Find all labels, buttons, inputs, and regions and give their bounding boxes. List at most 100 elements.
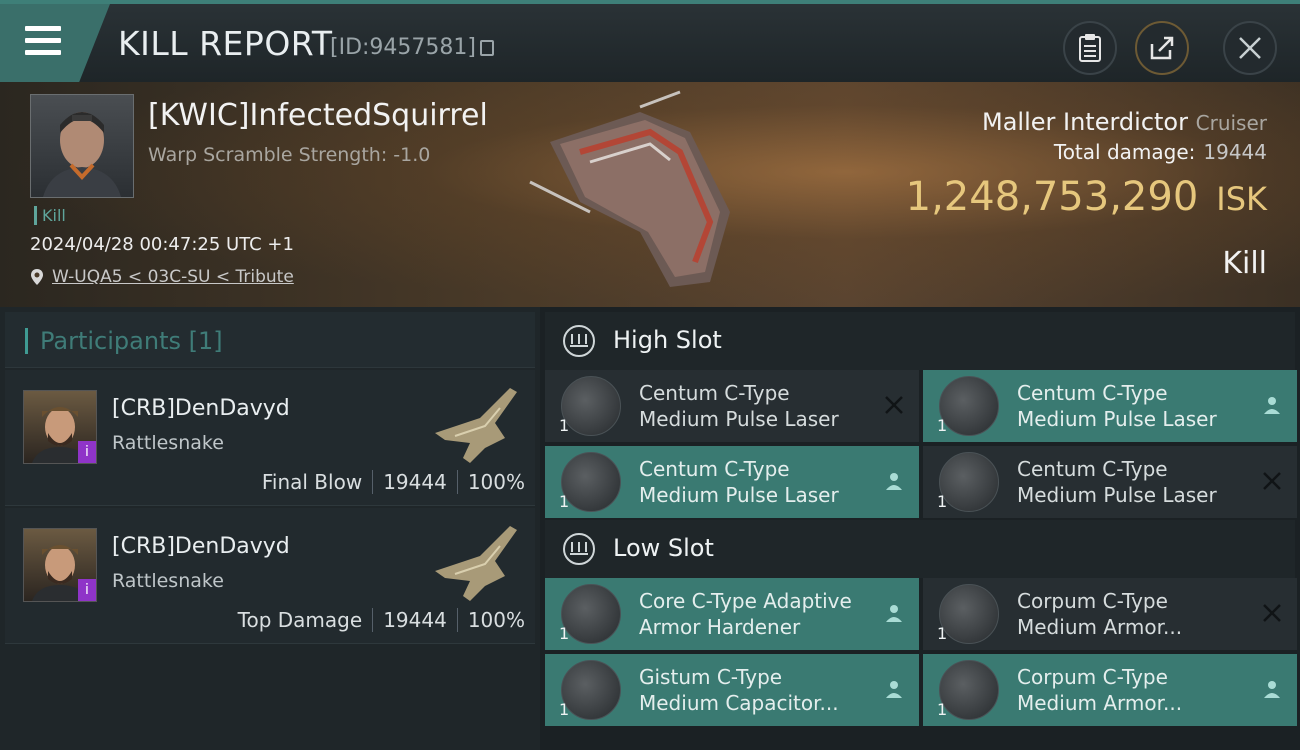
participant-ship: Rattlesnake [112, 432, 224, 454]
participant-name[interactable]: [CRB]DenDavyd [112, 396, 290, 421]
module-item[interactable]: 1 Corpum C-Type Medium Armor... [923, 654, 1297, 726]
dropped-person-icon [886, 681, 902, 698]
clipboard-icon [1079, 34, 1101, 62]
module-quantity: 1 [559, 624, 570, 643]
participant-ship-image[interactable] [425, 516, 525, 606]
isk-amount: 1,248,753,290 [905, 174, 1199, 220]
low-slot-header: Low Slot [545, 520, 1295, 578]
participant-stats: Final Blow 19444 100% [262, 470, 525, 494]
participant-avatar[interactable]: i [23, 528, 97, 602]
module-quantity: 1 [559, 700, 570, 719]
dropped-person-icon [886, 473, 902, 490]
copy-icon[interactable] [480, 39, 494, 56]
victim-banner: [KWIC]InfectedSquirrel Warp Scramble Str… [0, 82, 1300, 307]
kill-location[interactable]: W-UQA5 < 03C-SU < Tribute [30, 267, 294, 287]
armor-plate-icon [939, 584, 999, 644]
page-title: KILL REPORT [118, 24, 333, 63]
victim-name[interactable]: [KWIC]InfectedSquirrel [148, 98, 488, 133]
participant-percent: 100% [467, 470, 525, 494]
dropped-person-icon [1264, 397, 1280, 414]
participant-avatar[interactable]: i [23, 390, 97, 464]
participant-row[interactable]: i [CRB]DenDavyd Rattlesnake Final Blow 1… [5, 370, 535, 506]
module-name: Gistum C-Type Medium Capacitor... [639, 665, 839, 715]
high-slot-title: High Slot [613, 326, 722, 354]
pulse-laser-icon [561, 376, 621, 436]
participant-ship: Rattlesnake [112, 570, 224, 592]
module-item[interactable]: 1 Centum C-Type Medium Pulse Laser [923, 370, 1297, 442]
warp-scramble-strength: Warp Scramble Strength: -1.0 [148, 144, 431, 166]
participants-header: Participants [1] [5, 312, 535, 368]
participant-ship-image[interactable] [425, 378, 525, 468]
total-damage: Total damage: 19444 [1054, 140, 1267, 164]
pulse-laser-icon [939, 376, 999, 436]
portrait-image [43, 112, 121, 197]
victim-avatar[interactable] [30, 94, 134, 198]
hamburger-icon [25, 26, 61, 58]
report-id-text: [ID:9457581] [330, 35, 476, 60]
module-quantity: 1 [559, 416, 570, 435]
participant-name[interactable]: [CRB]DenDavyd [112, 534, 290, 559]
isk-unit: ISK [1216, 180, 1267, 218]
module-item[interactable]: 1 Gistum C-Type Medium Capacitor... [545, 654, 919, 726]
module-item[interactable]: 1 Centum C-Type Medium Pulse Laser [545, 446, 919, 518]
share-button[interactable] [1135, 21, 1189, 75]
participant-percent: 100% [467, 608, 525, 632]
participant-role: Final Blow [261, 470, 363, 494]
corp-badge-icon: i [78, 441, 96, 463]
module-quantity: 1 [937, 624, 948, 643]
module-quantity: 1 [937, 416, 948, 435]
capacitor-icon [561, 660, 621, 720]
victim-ship-image[interactable] [520, 82, 780, 302]
corp-badge-icon: i [78, 579, 96, 601]
module-item[interactable]: 1 Core C-Type Adaptive Armor Hardener [545, 578, 919, 650]
header-bar: KILL REPORT [ID:9457581] [0, 0, 1300, 82]
module-name: Centum C-Type Medium Pulse Laser [1017, 381, 1217, 431]
module-name: Centum C-Type Medium Pulse Laser [639, 381, 839, 431]
dropped-person-icon [1264, 681, 1280, 698]
total-damage-value: 19444 [1203, 140, 1267, 164]
destroyed-icon [885, 396, 903, 414]
participants-panel: Participants [1] i [CRB]DenDavyd Rattles… [0, 307, 540, 750]
low-slot-icon [563, 533, 595, 565]
module-name: Centum C-Type Medium Pulse Laser [639, 457, 839, 507]
participant-row[interactable]: i [CRB]DenDavyd Rattlesnake Top Damage 1… [5, 508, 535, 644]
close-button[interactable] [1223, 21, 1277, 75]
kill-result: Kill [1222, 246, 1267, 281]
participants-title: Participants [1] [25, 328, 223, 354]
module-name: Corpum C-Type Medium Armor... [1017, 589, 1183, 639]
pulse-laser-icon [939, 452, 999, 512]
module-name: Centum C-Type Medium Pulse Laser [1017, 457, 1217, 507]
report-id: [ID:9457581] [330, 35, 494, 60]
participant-damage: 19444 [383, 470, 447, 494]
armor-plate-icon [939, 660, 999, 720]
module-item[interactable]: 1 Corpum C-Type Medium Armor... [923, 578, 1297, 650]
dropped-person-icon [886, 605, 902, 622]
high-slot-icon [563, 325, 595, 357]
ship-class: Cruiser [1195, 111, 1267, 135]
isk-value: 1,248,753,290 ISK [906, 174, 1267, 220]
module-name: Corpum C-Type Medium Armor... [1017, 665, 1183, 715]
participant-role: Top Damage [237, 608, 363, 632]
ship-name: Maller Interdictor [982, 108, 1188, 136]
participants-label: Participants [40, 327, 181, 355]
destroyed-icon [1263, 604, 1281, 622]
pulse-laser-icon [561, 452, 621, 512]
module-quantity: 1 [559, 492, 570, 511]
module-quantity: 1 [937, 700, 948, 719]
module-item[interactable]: 1 Centum C-Type Medium Pulse Laser [545, 370, 919, 442]
module-name: Core C-Type Adaptive Armor Hardener [639, 589, 852, 639]
destroyed-icon [1263, 472, 1281, 490]
victim-ship[interactable]: Maller Interdictor Cruiser [982, 108, 1267, 136]
armor-hardener-icon [561, 584, 621, 644]
low-slot-title: Low Slot [613, 534, 714, 562]
location-link[interactable]: W-UQA5 < 03C-SU < Tribute [52, 267, 294, 287]
participants-count: [1] [188, 327, 223, 355]
location-pin-icon [31, 269, 43, 285]
close-icon [1239, 37, 1261, 59]
participant-stats: Top Damage 19444 100% [238, 608, 525, 632]
menu-button[interactable] [0, 4, 110, 82]
module-item[interactable]: 1 Centum C-Type Medium Pulse Laser [923, 446, 1297, 518]
clipboard-button[interactable] [1063, 21, 1117, 75]
module-quantity: 1 [937, 492, 948, 511]
kill-tag: Kill [34, 206, 66, 225]
